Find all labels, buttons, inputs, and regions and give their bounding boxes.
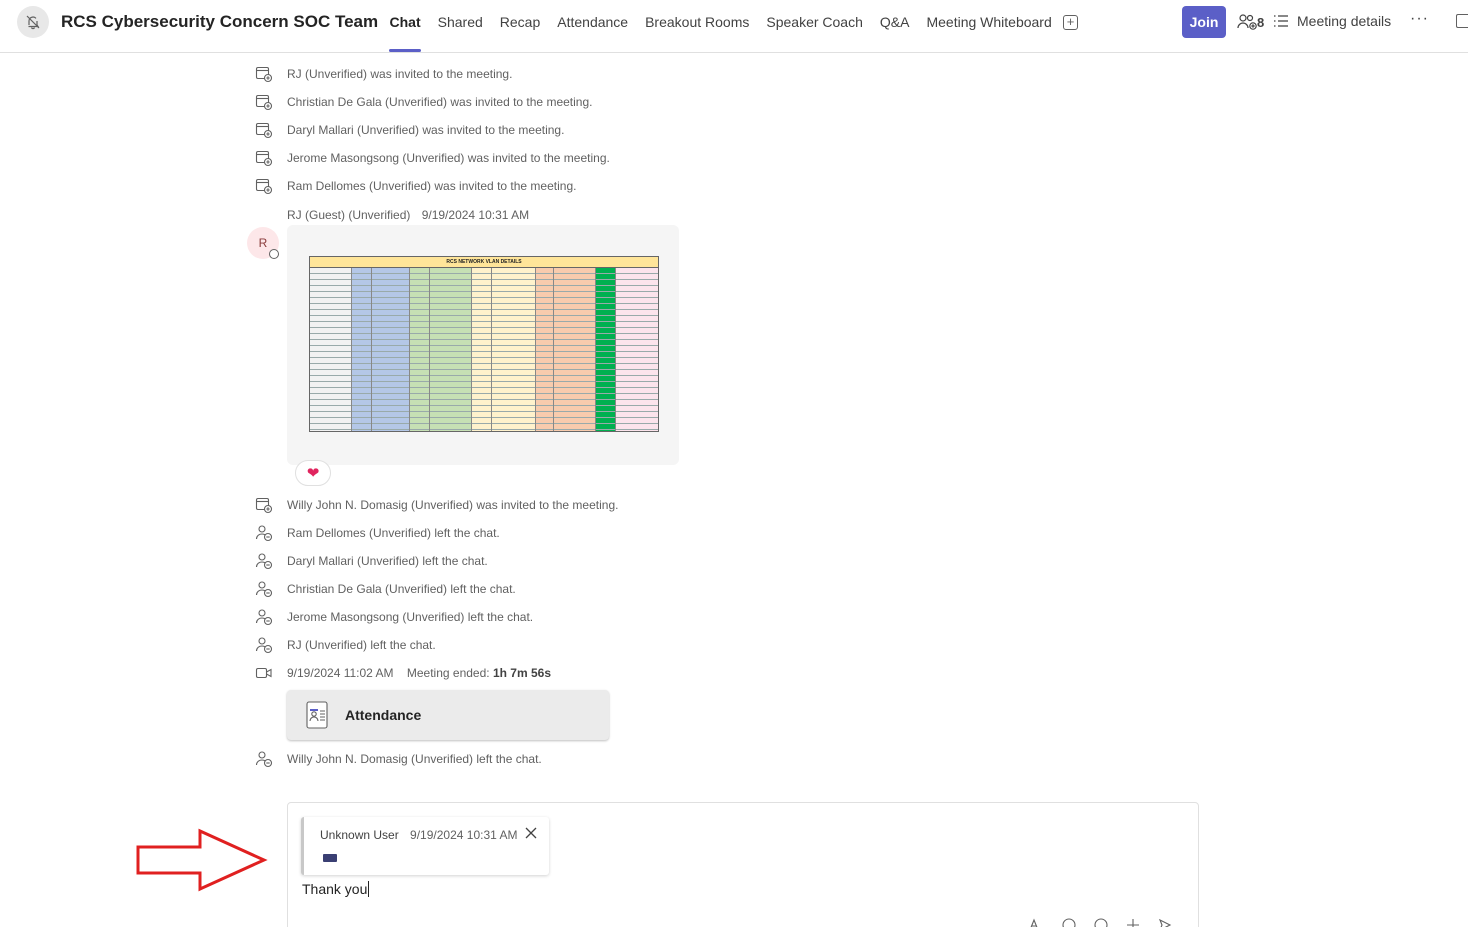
- event-left: RJ (Unverified) left the chat.: [255, 634, 436, 656]
- message-input[interactable]: Thank you: [302, 881, 369, 897]
- presence-status-icon: [269, 249, 279, 259]
- join-button[interactable]: Join: [1182, 6, 1226, 38]
- image-title: RCS NETWORK VLAN DETAILS: [310, 257, 658, 268]
- heart-reaction[interactable]: ❤: [295, 460, 331, 486]
- image-thumbnail-icon: [323, 854, 337, 862]
- muted-bell-icon[interactable]: [17, 6, 49, 38]
- event-left: Christian De Gala (Unverified) left the …: [255, 578, 516, 600]
- close-icon[interactable]: [523, 825, 539, 841]
- meeting-header: RCS Cybersecurity Concern SOC Team Chat …: [0, 0, 1468, 53]
- event-text: RJ (Unverified) was invited to the meeti…: [287, 67, 513, 81]
- person-leave-icon: [255, 636, 273, 654]
- people-add-icon: [1237, 14, 1257, 30]
- chat-title: RCS Cybersecurity Concern SOC Team: [61, 12, 379, 31]
- person-leave-icon: [255, 580, 273, 598]
- person-leave-icon: [255, 608, 273, 626]
- event-meeting-ended: 9/19/2024 11:02 AM Meeting ended: 1h 7m …: [255, 662, 551, 684]
- emoji-icon[interactable]: [1062, 918, 1076, 927]
- spreadsheet-grid: [310, 268, 658, 431]
- event-text: Christian De Gala (Unverified) left the …: [287, 582, 516, 596]
- list-icon: [1274, 15, 1288, 27]
- event-invited: Ram Dellomes (Unverified) was invited to…: [255, 175, 576, 197]
- format-icon[interactable]: [1028, 918, 1044, 927]
- add-tab-icon[interactable]: +: [1063, 15, 1078, 30]
- vlan-spreadsheet-image[interactable]: RCS NETWORK VLAN DETAILS: [309, 256, 659, 432]
- event-text: 9/19/2024 11:02 AM Meeting ended: 1h 7m …: [287, 666, 551, 680]
- calendar-add-icon: [255, 177, 273, 195]
- event-text: Daryl Mallari (Unverified) left the chat…: [287, 554, 488, 568]
- quote-header: Unknown User 9/19/2024 10:31 AM: [320, 828, 517, 842]
- event-text: RJ (Unverified) left the chat.: [287, 638, 436, 652]
- attendance-card[interactable]: Attendance: [287, 690, 609, 740]
- tab-attendance[interactable]: Attendance: [549, 0, 637, 53]
- tab-speaker-coach[interactable]: Speaker Coach: [758, 0, 872, 53]
- event-left: Willy John N. Domasig (Unverified) left …: [255, 748, 542, 770]
- person-leave-icon: [255, 524, 273, 542]
- quoted-reply: Unknown User 9/19/2024 10:31 AM: [301, 817, 549, 875]
- side-panel-icon[interactable]: [1456, 14, 1468, 28]
- message-timestamp: 9/19/2024 10:31 AM: [421, 208, 530, 222]
- meeting-duration: 1h 7m 56s: [492, 666, 551, 680]
- tab-breakout-rooms[interactable]: Breakout Rooms: [637, 0, 758, 53]
- event-text: Ram Dellomes (Unverified) was invited to…: [287, 179, 577, 193]
- meeting-details-label: Meeting details: [1297, 13, 1392, 29]
- compose-toolbar: [1028, 918, 1188, 927]
- event-left: Ram Dellomes (Unverified) left the chat.: [255, 522, 500, 544]
- event-invited: Jerome Masongsong (Unverified) was invit…: [255, 147, 610, 169]
- message-author: RJ (Guest) (Unverified): [287, 208, 411, 222]
- avatar-initial: R: [258, 236, 268, 250]
- quote-author: Unknown User: [320, 828, 399, 842]
- video-camera-icon: [255, 664, 273, 682]
- compose-box[interactable]: Unknown User 9/19/2024 10:31 AM Thank yo…: [287, 802, 1199, 927]
- avatar[interactable]: R: [247, 227, 279, 259]
- more-options-icon[interactable]: ···: [1410, 10, 1429, 28]
- calendar-add-icon: [255, 496, 273, 514]
- participants-button[interactable]: 8: [1237, 13, 1264, 31]
- event-text: Jerome Masongsong (Unverified) was invit…: [287, 151, 610, 165]
- attendance-card-label: Attendance: [345, 707, 422, 723]
- tab-qa[interactable]: Q&A: [871, 0, 918, 53]
- event-text: Daryl Mallari (Unverified) was invited t…: [287, 123, 565, 137]
- tab-bar: Chat Shared Recap Attendance Breakout Ro…: [381, 0, 1060, 53]
- meeting-end-label: Meeting ended:: [406, 666, 490, 680]
- event-text: Willy John N. Domasig (Unverified) was i…: [287, 498, 619, 512]
- add-icon[interactable]: [1126, 918, 1140, 927]
- person-leave-icon: [255, 750, 273, 768]
- event-text: Ram Dellomes (Unverified) left the chat.: [287, 526, 500, 540]
- annotation-arrow-icon: [136, 828, 268, 892]
- sticker-icon[interactable]: [1094, 918, 1108, 927]
- tab-shared[interactable]: Shared: [429, 0, 491, 53]
- calendar-add-icon: [255, 93, 273, 111]
- calendar-add-icon: [255, 149, 273, 167]
- heart-icon: ❤: [306, 465, 320, 482]
- event-invited: Christian De Gala (Unverified) was invit…: [255, 91, 592, 113]
- event-text: Willy John N. Domasig (Unverified) left …: [287, 752, 542, 766]
- message-bubble[interactable]: RCS NETWORK VLAN DETAILS: [287, 225, 679, 465]
- participant-count: 8: [1257, 14, 1265, 30]
- event-text: Jerome Masongsong (Unverified) left the …: [287, 610, 534, 624]
- calendar-add-icon: [255, 65, 273, 83]
- meeting-details-button[interactable]: Meeting details: [1273, 13, 1391, 29]
- meeting-end-timestamp: 9/19/2024 11:02 AM: [287, 666, 394, 680]
- tab-meeting-whiteboard[interactable]: Meeting Whiteboard: [918, 0, 1060, 53]
- person-leave-icon: [255, 552, 273, 570]
- event-left: Jerome Masongsong (Unverified) left the …: [255, 606, 533, 628]
- event-text: Christian De Gala (Unverified) was invit…: [287, 95, 593, 109]
- event-invited: Daryl Mallari (Unverified) was invited t…: [255, 119, 564, 141]
- attendance-report-icon: [303, 700, 333, 730]
- calendar-add-icon: [255, 121, 273, 139]
- event-invited: RJ (Unverified) was invited to the meeti…: [255, 63, 512, 85]
- tab-chat[interactable]: Chat: [381, 0, 429, 53]
- event-left: Daryl Mallari (Unverified) left the chat…: [255, 550, 488, 572]
- message-header: RJ (Guest) (Unverified) 9/19/2024 10:31 …: [287, 208, 529, 222]
- quote-timestamp: 9/19/2024 10:31 AM: [410, 828, 518, 842]
- tab-recap[interactable]: Recap: [491, 0, 548, 53]
- event-invited: Willy John N. Domasig (Unverified) was i…: [255, 494, 618, 516]
- send-icon[interactable]: [1158, 918, 1172, 927]
